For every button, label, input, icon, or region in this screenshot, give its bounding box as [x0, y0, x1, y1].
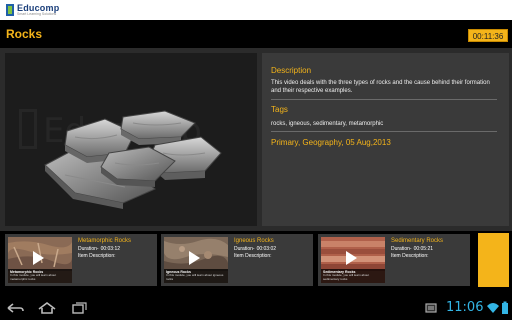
- video-meta: Primary, Geography, 05 Aug,2013: [271, 138, 391, 147]
- status-clock: 11:06: [446, 300, 484, 315]
- thumbnail-caption: Igneous Rocks In this module, you will l…: [164, 269, 228, 283]
- battery-icon: [502, 301, 508, 314]
- more-videos-tab[interactable]: [478, 233, 509, 287]
- recent-apps-icon[interactable]: [68, 300, 90, 316]
- back-icon[interactable]: [4, 300, 26, 316]
- related-video-title[interactable]: Igneous Rocks: [234, 238, 274, 244]
- thumbnail-description: In this module, you will learn about met…: [10, 273, 57, 281]
- play-icon: [189, 251, 200, 265]
- video-timer: 00:11:36: [468, 29, 508, 42]
- tags-heading: Tags: [271, 105, 288, 114]
- related-video-item-description: Item Description:: [78, 253, 116, 259]
- wifi-icon: [487, 303, 499, 313]
- related-video-title[interactable]: Metamorphic Rocks: [78, 238, 131, 244]
- related-video-duration: Duration- 00:05:21: [391, 246, 434, 252]
- tags-text: rocks, igneous, sedimentary, metamorphic: [271, 121, 384, 127]
- video-thumbnail[interactable]: Sedimentary Rocks In this module, you wi…: [321, 237, 385, 283]
- description-text: This video deals with the three types of…: [271, 80, 490, 94]
- brand-bar: Educomp Smart Learning Solutions: [0, 0, 512, 20]
- thumbnail-description: In this module, you will learn about sed…: [323, 273, 370, 281]
- play-icon: [346, 251, 357, 265]
- related-video-duration: Duration- 00:03:02: [234, 246, 277, 252]
- thumbnail-description: In this module, you will learn about ign…: [166, 273, 224, 281]
- related-video-duration: Duration- 00:03:12: [78, 246, 121, 252]
- app-header: Rocks: [0, 20, 512, 48]
- related-video-card[interactable]: Igneous Rocks In this module, you will l…: [161, 234, 313, 286]
- related-video-item-description: Item Description:: [234, 253, 272, 259]
- brand-tagline: Smart Learning Solutions: [17, 12, 57, 16]
- thumbnail-caption: Metamorphic Rocks In this module, you wi…: [8, 269, 72, 283]
- play-icon: [33, 251, 44, 265]
- video-details-panel: Description This video deals with the th…: [262, 53, 509, 226]
- home-icon[interactable]: [36, 300, 58, 316]
- educomp-logo: Educomp Smart Learning Solutions: [6, 3, 59, 17]
- description-heading: Description: [271, 66, 312, 75]
- educomp-logo-icon: [6, 4, 14, 16]
- page-title: Rocks: [6, 27, 43, 41]
- rock-layers-illustration: [44, 110, 222, 209]
- related-video-card[interactable]: Metamorphic Rocks In this module, you wi…: [5, 234, 157, 286]
- thumbnail-caption: Sedimentary Rocks In this module, you wi…: [321, 269, 385, 283]
- screenshot-notification-icon[interactable]: [420, 300, 442, 316]
- divider: [271, 99, 497, 100]
- divider: [271, 131, 497, 132]
- related-video-title[interactable]: Sedimentary Rocks: [391, 238, 443, 244]
- related-video-card[interactable]: Sedimentary Rocks In this module, you wi…: [318, 234, 470, 286]
- video-player[interactable]: Educomp: [5, 53, 257, 226]
- related-video-item-description: Item Description:: [391, 253, 429, 259]
- video-thumbnail[interactable]: Metamorphic Rocks In this module, you wi…: [8, 237, 72, 283]
- video-thumbnail[interactable]: Igneous Rocks In this module, you will l…: [164, 237, 228, 283]
